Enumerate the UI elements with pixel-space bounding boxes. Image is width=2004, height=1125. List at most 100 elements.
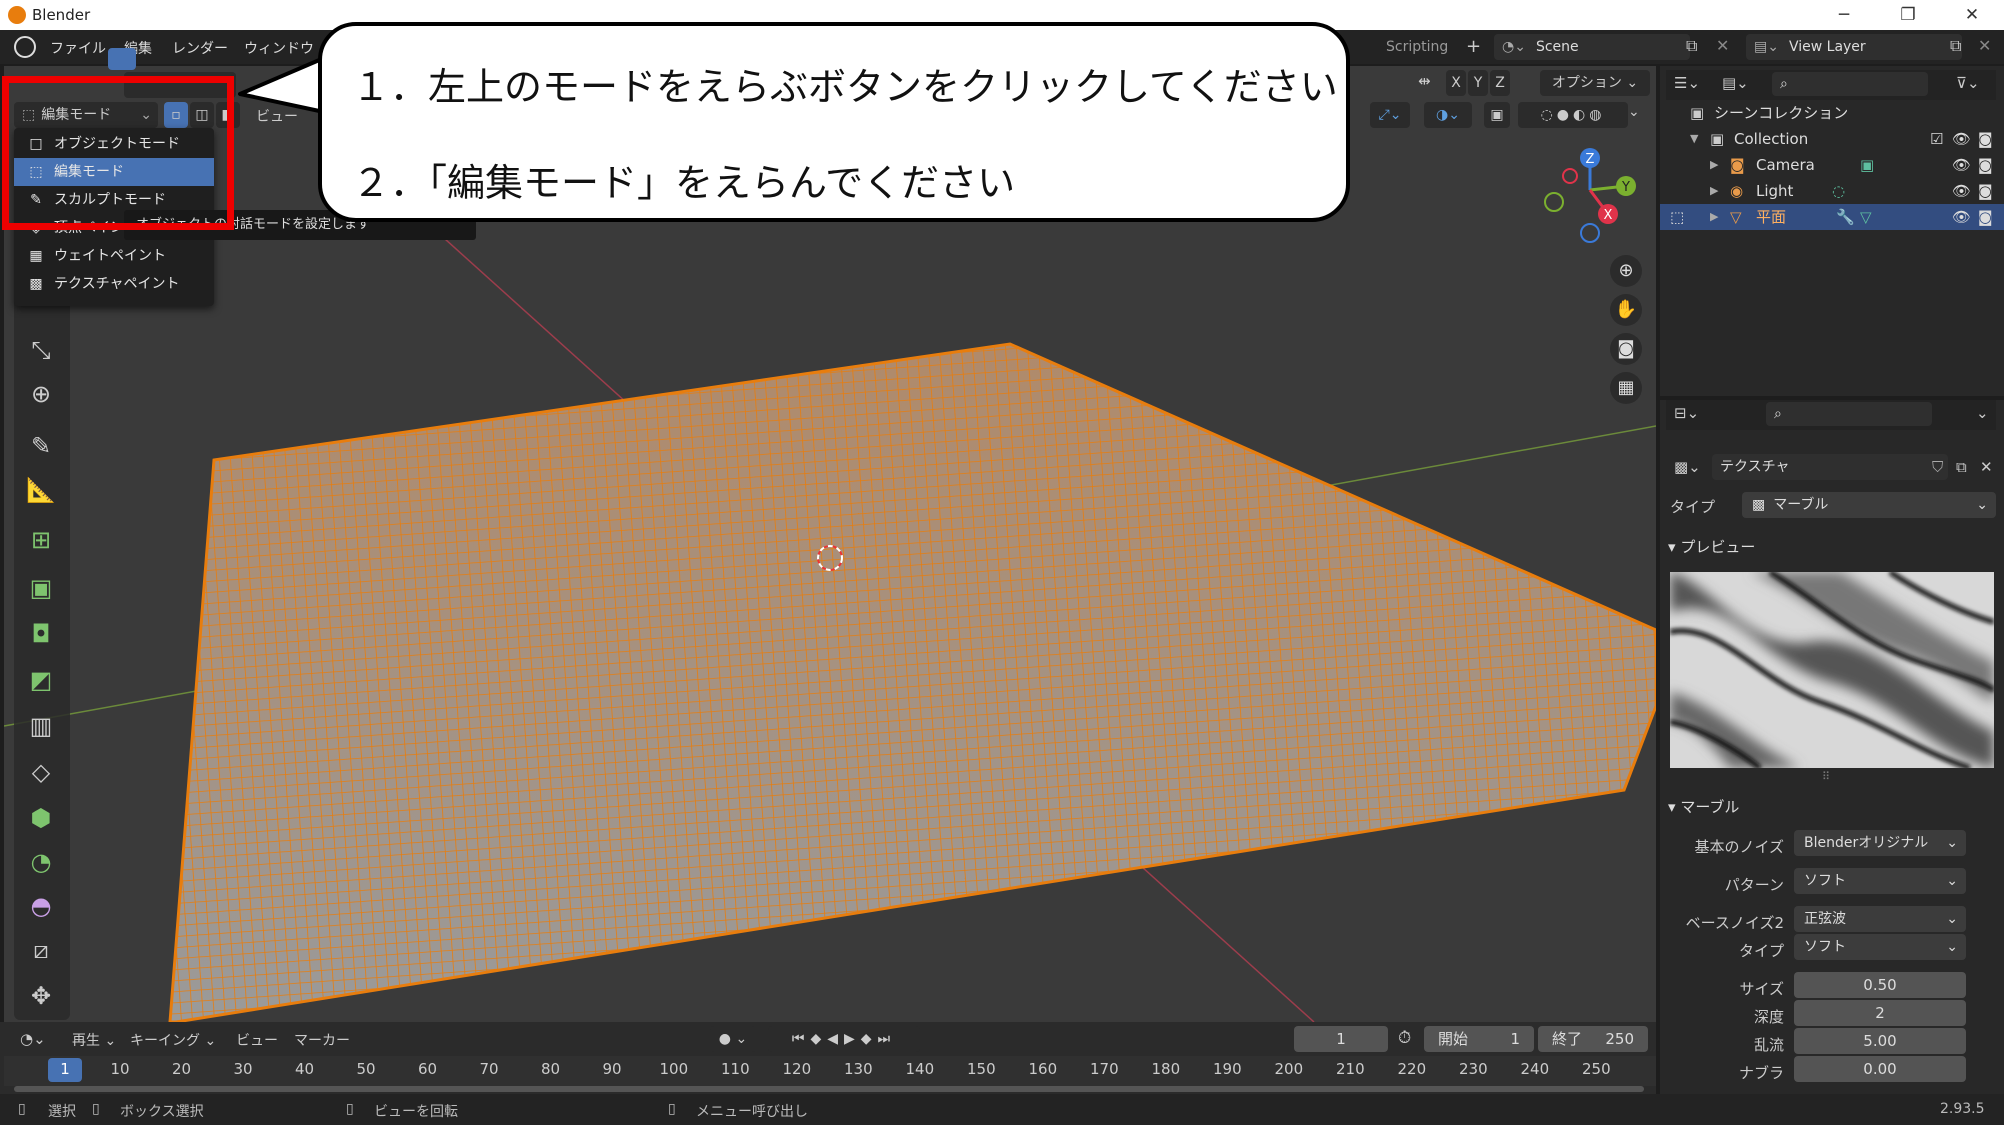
annotate-tool-icon[interactable]: ✎ bbox=[20, 426, 62, 466]
scale-tool-icon[interactable]: ⤡ bbox=[20, 330, 62, 370]
filter-view-icon[interactable]: ▤⌄ bbox=[1722, 74, 1749, 92]
modifier-wrench-icon[interactable]: 🔧 bbox=[1836, 204, 1855, 230]
visibility-eye-icon[interactable]: 👁 bbox=[1952, 204, 1971, 230]
menu-file[interactable]: ファイル bbox=[50, 38, 106, 58]
texture-type-dropdown[interactable]: ▩ マーブル ⌄ bbox=[1742, 492, 1996, 518]
outliner-search-input[interactable]: ⌕ bbox=[1772, 72, 1928, 96]
inset-tool-icon[interactable]: ◘ bbox=[20, 614, 62, 654]
size-field[interactable]: 0.50 bbox=[1794, 972, 1966, 998]
view-layer-close-icon[interactable]: ✕ bbox=[1978, 36, 1991, 55]
poly-build-tool-icon[interactable]: ⬢ bbox=[20, 798, 62, 838]
maximize-button[interactable]: ❐ bbox=[1888, 2, 1928, 28]
transform-tool-icon[interactable]: ⊕ bbox=[20, 374, 62, 414]
exclude-checkbox[interactable]: ☑ bbox=[1930, 126, 1943, 152]
expand-arrow-icon[interactable]: ▶ bbox=[1710, 178, 1718, 204]
timeline-scrollbar[interactable] bbox=[14, 1086, 1644, 1092]
timeline-menu-marker[interactable]: マーカー bbox=[294, 1030, 350, 1050]
end-frame-field[interactable]: 終了 250 bbox=[1538, 1026, 1648, 1052]
shading-dropdown-icon[interactable]: ⌄ bbox=[1628, 104, 1640, 120]
scene-copy-icon[interactable]: ⧉ bbox=[1686, 36, 1708, 58]
gizmo-toggle-icon[interactable]: ⤢⌄ bbox=[1370, 102, 1410, 128]
render-camera-icon[interactable]: ◙ bbox=[1978, 126, 1993, 152]
pattern-dropdown[interactable]: ソフト ⌄ bbox=[1794, 868, 1966, 894]
auto-keying-icon[interactable]: ● ⌄ bbox=[710, 1026, 756, 1052]
knife-tool-icon[interactable]: ◇ bbox=[20, 752, 62, 792]
current-frame-field[interactable]: 1 bbox=[1294, 1026, 1388, 1052]
mirror-x-toggle[interactable]: X bbox=[1446, 70, 1466, 96]
properties-search-input[interactable]: ⌕ bbox=[1766, 402, 1932, 426]
mesh-data-icon[interactable]: ▽ bbox=[1860, 204, 1872, 230]
outliner-row-camera[interactable]: ▶ ◙ Camera ▣ 👁 ◙ bbox=[1660, 152, 2004, 178]
depth-field[interactable]: 2 bbox=[1794, 1000, 1966, 1026]
turbulence-field[interactable]: 5.00 bbox=[1794, 1028, 1966, 1054]
extrude-tool-icon[interactable]: ▣ bbox=[20, 568, 62, 608]
spin-tool-icon[interactable]: ◔ bbox=[20, 842, 62, 882]
close-button[interactable]: ✕ bbox=[1952, 2, 1992, 28]
camera-view-icon[interactable]: ◙ bbox=[1610, 333, 1642, 365]
add-workspace-button[interactable]: + bbox=[1456, 34, 1491, 60]
texture-name-field[interactable]: テクスチャ bbox=[1712, 454, 1948, 480]
unlink-texture-icon[interactable]: ✕ bbox=[1980, 458, 1993, 476]
mirror-icon[interactable]: ⇹ bbox=[1418, 72, 1431, 90]
blender-menu-icon[interactable] bbox=[14, 36, 36, 58]
properties-options-icon[interactable]: ⌄ bbox=[1976, 404, 1989, 422]
timeline-menu-keying[interactable]: キーイング ⌄ bbox=[130, 1030, 216, 1050]
timeline-editor-type-icon[interactable]: ◔⌄ bbox=[20, 1030, 46, 1048]
camera-data-icon[interactable]: ▣ bbox=[1860, 152, 1874, 178]
marble-panel-header[interactable]: ▾ マーブル bbox=[1668, 796, 1739, 817]
resize-handle-icon[interactable]: ⠿ bbox=[1822, 770, 1830, 783]
menu-item-weight-paint[interactable]: ▦ ウェイトペイント bbox=[14, 242, 214, 270]
measure-tool-icon[interactable]: 📐 bbox=[20, 470, 62, 510]
tab-scripting[interactable]: Scripting bbox=[1376, 34, 1458, 60]
shear-tool-icon[interactable]: ⧄ bbox=[20, 930, 62, 970]
noise-basis-dropdown[interactable]: Blenderオリジナル ⌄ bbox=[1794, 830, 1966, 856]
fake-user-shield-icon[interactable]: ⛉ bbox=[1932, 458, 1943, 476]
shading-mode-icons[interactable]: ◌●◐◍ bbox=[1518, 102, 1628, 128]
view-layer-selector[interactable]: ▤⌄ View Layer bbox=[1746, 34, 1962, 60]
render-camera-icon[interactable]: ◙ bbox=[1978, 152, 1993, 178]
noise-basis-2-dropdown[interactable]: 正弦波 ⌄ bbox=[1794, 906, 1966, 932]
light-data-icon[interactable]: ◌ bbox=[1832, 178, 1845, 204]
render-camera-icon[interactable]: ◙ bbox=[1978, 204, 1993, 230]
view-layer-copy-icon[interactable]: ⧉ bbox=[1950, 36, 1961, 56]
menu-render[interactable]: レンダー bbox=[172, 38, 228, 58]
navigation-gizmo[interactable]: Z Y X bbox=[1530, 140, 1650, 250]
options-dropdown[interactable]: オプション ⌄ bbox=[1540, 70, 1650, 96]
render-camera-icon[interactable]: ◙ bbox=[1978, 178, 1993, 204]
playback-controls[interactable]: ⏮◆◀▶◆⏭ bbox=[768, 1026, 920, 1052]
smooth-tool-icon[interactable]: ◓ bbox=[20, 886, 62, 926]
outliner-row-collection[interactable]: ▼ ▣ Collection ☑ 👁 ◙ bbox=[1660, 126, 2004, 152]
nabla-field[interactable]: 0.00 bbox=[1794, 1056, 1966, 1082]
menu-item-texture-paint[interactable]: ▩ テクスチャペイント bbox=[14, 270, 214, 298]
outliner-row-scene-collection[interactable]: ▣ シーンコレクション bbox=[1660, 100, 2004, 126]
minimize-button[interactable]: ─ bbox=[1824, 2, 1864, 28]
move-tool-icon[interactable]: ✥ bbox=[20, 976, 62, 1016]
outliner-filter-icon[interactable]: ⊽⌄ bbox=[1956, 74, 1980, 92]
expand-arrow-icon[interactable]: ▶ bbox=[1710, 204, 1718, 230]
overlay-toggle-icon[interactable]: ◑⌄ bbox=[1424, 102, 1472, 128]
pan-hand-icon[interactable]: ✋ bbox=[1610, 294, 1642, 326]
mirror-y-toggle[interactable]: Y bbox=[1468, 70, 1488, 96]
perspective-grid-icon[interactable]: ▦ bbox=[1610, 372, 1642, 404]
preview-range-clock-icon[interactable]: ⏱ bbox=[1398, 1028, 1411, 1048]
expand-arrow-icon[interactable]: ▶ bbox=[1710, 152, 1718, 178]
outliner-row-plane[interactable]: ⬚ ▶ ▽ 平面 🔧 ▽ 👁 ◙ bbox=[1660, 204, 2004, 230]
zoom-icon[interactable]: ⊕ bbox=[1610, 255, 1642, 287]
loop-cut-tool-icon[interactable]: ▥ bbox=[20, 706, 62, 746]
bevel-tool-icon[interactable]: ◩ bbox=[20, 660, 62, 700]
display-mode-icon[interactable]: ☰⌄ bbox=[1674, 74, 1700, 92]
visibility-eye-icon[interactable]: 👁 bbox=[1952, 152, 1971, 178]
timeline-menu-view[interactable]: ビュー bbox=[236, 1030, 278, 1050]
mirror-z-toggle[interactable]: Z bbox=[1490, 70, 1510, 96]
duplicate-texture-icon[interactable]: ⧉ bbox=[1956, 458, 1967, 476]
select-box-icon[interactable] bbox=[108, 48, 136, 70]
noise-type-dropdown[interactable]: ソフト ⌄ bbox=[1794, 934, 1966, 960]
scene-selector[interactable]: ◔⌄ Scene bbox=[1494, 34, 1690, 60]
preview-panel-header[interactable]: ▾ プレビュー bbox=[1668, 536, 1755, 557]
xray-toggle-icon[interactable]: ▣ bbox=[1484, 102, 1510, 128]
editor-type-icon[interactable]: ⊟⌄ bbox=[1674, 404, 1699, 422]
visibility-eye-icon[interactable]: 👁 bbox=[1952, 178, 1971, 204]
outliner-row-light[interactable]: ▶ ◉ Light ◌ 👁 ◙ bbox=[1660, 178, 2004, 204]
visibility-eye-icon[interactable]: 👁 bbox=[1952, 126, 1971, 152]
timeline-menu-playback[interactable]: 再生 ⌄ bbox=[72, 1030, 116, 1050]
